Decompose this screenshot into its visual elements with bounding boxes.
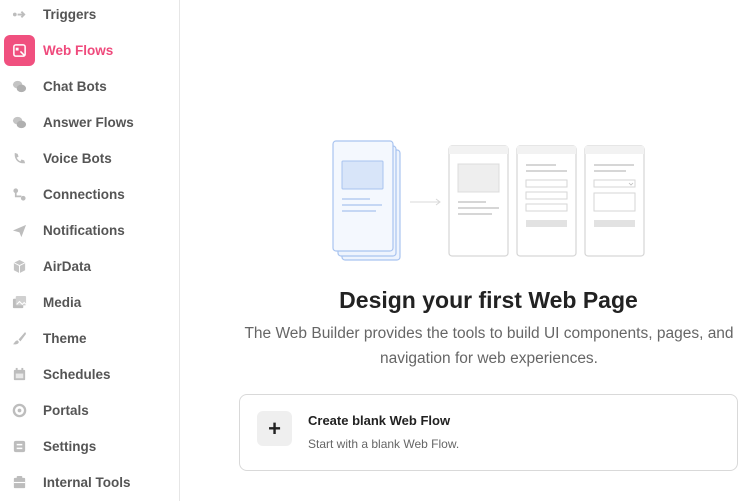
- sidebar-item-web-flows[interactable]: Web Flows: [4, 34, 176, 66]
- sidebar-item-label: AirData: [43, 258, 92, 274]
- portal-icon: [4, 395, 35, 426]
- sidebar-item-theme[interactable]: Theme: [4, 322, 176, 354]
- card-description: Start with a blank Web Flow.: [308, 437, 460, 451]
- sidebar-item-internal-tools[interactable]: Internal Tools: [4, 466, 176, 498]
- cube-icon: [4, 251, 35, 282]
- sidebar-item-triggers[interactable]: Triggers: [4, 0, 176, 30]
- settings-icon: [4, 431, 35, 462]
- sidebar-item-notifications[interactable]: Notifications: [4, 214, 176, 246]
- sidebar-item-chat-bots[interactable]: Chat Bots: [4, 70, 176, 102]
- sidebar-item-connections[interactable]: Connections: [4, 178, 176, 210]
- triggers-icon: [4, 0, 35, 30]
- sidebar-item-label: Voice Bots: [43, 150, 112, 166]
- sidebar-item-label: Notifications: [43, 222, 125, 238]
- stacked-pages-graphic: [332, 140, 401, 261]
- app-root: Triggers Web Flows Chat Bots Answer Flow…: [0, 0, 753, 501]
- plus-icon: +: [257, 411, 292, 446]
- sidebar-item-airdata[interactable]: AirData: [4, 250, 176, 282]
- sidebar-item-answer-flows[interactable]: Answer Flows: [4, 106, 176, 138]
- answer-bubbles-icon: [4, 107, 35, 138]
- sidebar-item-label: Settings: [43, 438, 97, 454]
- page-wireframe-1: [448, 145, 509, 257]
- media-icon: [4, 287, 35, 318]
- web-flows-icon: [4, 34, 35, 66]
- sidebar-item-label: Internal Tools: [43, 474, 131, 490]
- internal-tools-icon: [4, 467, 35, 498]
- sidebar-item-label: Portals: [43, 402, 89, 418]
- sidebar-item-voice-bots[interactable]: Voice Bots: [4, 142, 176, 174]
- sidebar-item-label: Answer Flows: [43, 114, 134, 130]
- brush-icon: [4, 323, 35, 354]
- page-subtitle: The Web Builder provides the tools to bu…: [244, 325, 734, 367]
- chat-bubbles-icon: [4, 71, 35, 102]
- page-wireframe-3: [584, 145, 645, 257]
- connections-icon: [4, 179, 35, 210]
- sidebar-item-label: Theme: [43, 330, 87, 346]
- sidebar-item-schedules[interactable]: Schedules: [4, 358, 176, 390]
- web-page-illustration: [332, 140, 645, 261]
- phone-icon: [4, 143, 35, 174]
- sidebar-item-label: Media: [43, 294, 82, 310]
- create-blank-web-flow-card[interactable]: + Create blank Web Flow Start with a bla…: [239, 394, 738, 471]
- sidebar-item-label: Triggers: [43, 6, 97, 22]
- sidebar-item-label: Connections: [43, 186, 125, 202]
- sidebar: Triggers Web Flows Chat Bots Answer Flow…: [0, 0, 180, 501]
- card-title: Create blank Web Flow: [308, 413, 451, 428]
- sidebar-item-label: Schedules: [43, 366, 111, 382]
- sidebar-item-label: Chat Bots: [43, 78, 107, 94]
- sidebar-item-settings[interactable]: Settings: [4, 430, 176, 462]
- sidebar-item-media[interactable]: Media: [4, 286, 176, 318]
- paper-plane-icon: [4, 215, 35, 246]
- calendar-icon: [4, 359, 35, 390]
- sidebar-item-label: Web Flows: [43, 42, 114, 58]
- sidebar-item-portals[interactable]: Portals: [4, 394, 176, 426]
- page-wireframe-2: [516, 145, 577, 257]
- page-title: Design your first Web Page: [339, 287, 638, 313]
